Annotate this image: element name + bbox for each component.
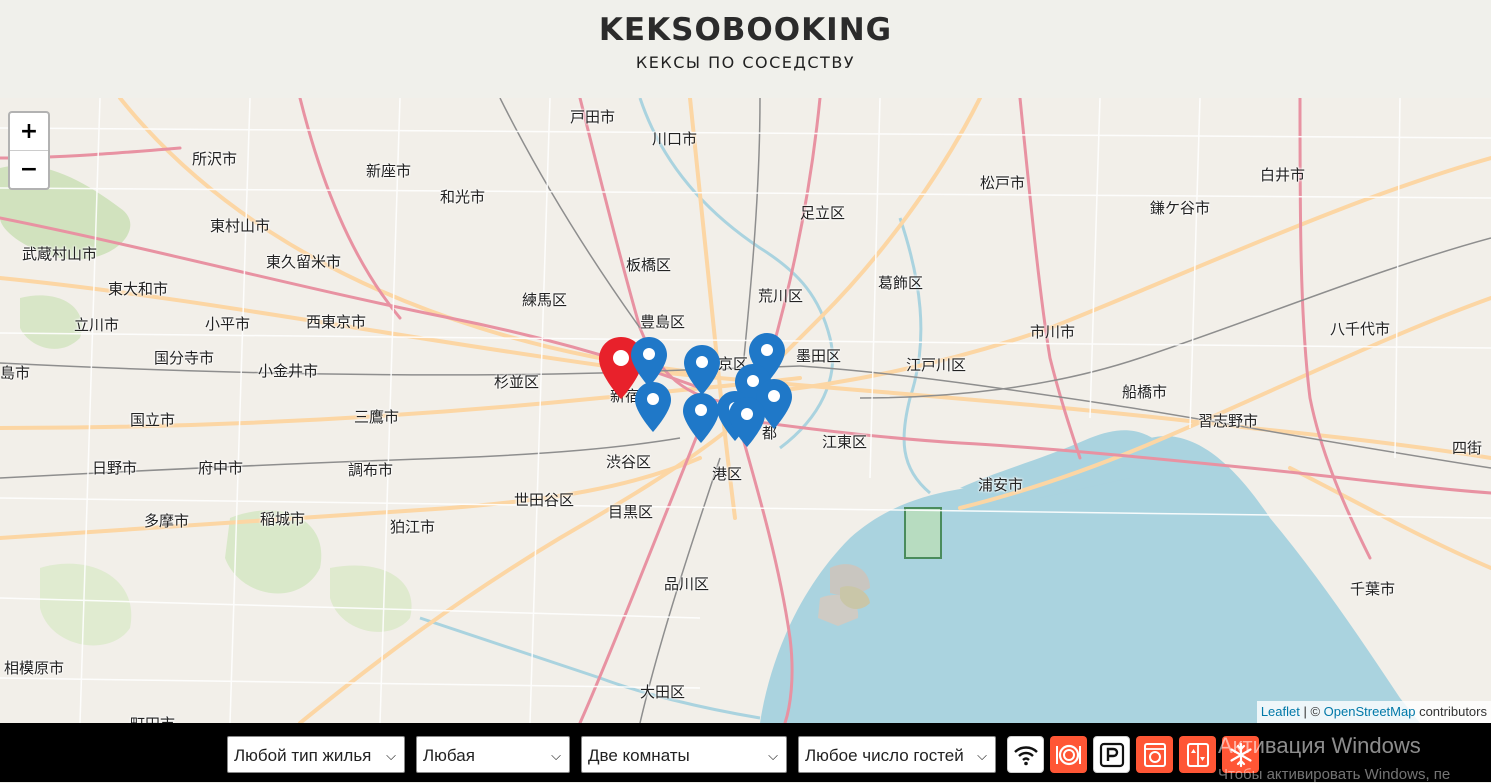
map-place-label: 荒川区 — [758, 287, 804, 305]
map-place-label: 目黒区 — [608, 503, 654, 521]
map-place-label: 豊島区 — [640, 313, 686, 331]
map-place-label: 千葉市 — [1350, 580, 1396, 598]
guests-value: Любое число гостей — [805, 746, 964, 765]
elevator-icon — [1186, 742, 1209, 767]
chevron-down-icon: ⌵ — [768, 748, 778, 763]
map-place-label: 戸田市 — [570, 108, 616, 126]
map-place-label: 和光市 — [440, 188, 486, 206]
map-place-label: 品川区 — [664, 575, 710, 593]
map-place-label: 新座市 — [366, 162, 412, 180]
map-attribution: Leaflet | © OpenStreetMap contributors — [1256, 701, 1491, 723]
rooms-select[interactable]: Две комнаты ⌵ — [581, 736, 787, 773]
map-place-label: 渋谷区 — [606, 453, 652, 471]
map-place-label: 世田谷区 — [514, 491, 575, 509]
map[interactable]: 戸田市川口市所沢市新座市和光市東村山市 足立区 松戸市 白井市鎌ケ谷市武蔵村山市 東久留… — [0, 98, 1491, 723]
ad-pin[interactable] — [634, 381, 672, 433]
chevron-down-icon: ⌵ — [551, 748, 561, 763]
map-place-label: 稲城市 — [260, 510, 306, 528]
map-place-label: 狛江市 — [390, 518, 436, 536]
map-place-label: 大田区 — [640, 683, 686, 701]
windows-activation-title: Активация Windows — [1218, 733, 1421, 758]
tagline: КЕКСЫ ПО СОСЕДСТВУ — [635, 53, 856, 72]
map-place-label: 習志野市 — [1198, 412, 1259, 430]
leaflet-link[interactable]: Leaflet — [1261, 704, 1300, 719]
map-place-label: 江東区 — [822, 433, 868, 451]
zoom-in-button[interactable]: + — [10, 113, 48, 151]
wifi-icon — [1013, 745, 1038, 765]
map-place-label: 杉並区 — [494, 373, 540, 391]
price-value: Любая — [423, 746, 475, 765]
feature-parking[interactable] — [1093, 736, 1130, 773]
map-place-label: 東久留米市 — [266, 253, 342, 271]
guests-select[interactable]: Любое число гостей ⌵ — [798, 736, 996, 773]
map-place-label: 国立市 — [130, 411, 176, 429]
map-place-label: 墨田区 — [796, 347, 842, 365]
map-place-label: 調布市 — [348, 461, 394, 479]
map-place-label: 港区 — [712, 465, 743, 483]
map-place-label: 多摩市 — [144, 512, 190, 530]
feature-elevator[interactable] — [1179, 736, 1216, 773]
feature-dishwasher[interactable] — [1050, 736, 1087, 773]
feature-wifi[interactable] — [1007, 736, 1044, 773]
map-place-label: 市川市 — [1030, 323, 1076, 341]
washer-icon — [1143, 742, 1166, 767]
map-place-label: 浦安市 — [978, 476, 1024, 494]
map-place-label: 船橋市 — [1122, 383, 1168, 401]
map-place-label: 鎌ケ谷市 — [1150, 199, 1211, 217]
map-place-label: 小平市 — [205, 315, 251, 333]
map-place-label: 四街 — [1452, 439, 1483, 457]
parking-icon — [1099, 742, 1124, 767]
map-place-label: 東大和市 — [108, 280, 169, 298]
attribution-contributors: contributors — [1415, 704, 1487, 719]
map-place-label: 江戸川区 — [906, 356, 967, 374]
page-header: KEKSOBOOKING КЕКСЫ ПО СОСЕДСТВУ — [0, 0, 1491, 98]
attribution-separator: | © — [1299, 704, 1324, 719]
map-place-label: 葛飾区 — [878, 274, 924, 292]
map-place-label: 府中市 — [198, 459, 244, 477]
map-place-label: 西東京市 — [306, 313, 367, 331]
logo: KEKSOBOOKING — [598, 12, 893, 48]
map-place-label: 足立区 — [800, 204, 846, 222]
ad-pin[interactable] — [683, 344, 721, 396]
ad-pin[interactable] — [682, 392, 720, 444]
housing-type-value: Любой тип жилья — [234, 746, 372, 765]
map-place-label: 武蔵村山市 — [22, 245, 98, 263]
map-place-label: 所沢市 — [192, 150, 238, 168]
map-place-label: 松戸市 — [980, 174, 1026, 192]
feature-washer[interactable] — [1136, 736, 1173, 773]
housing-type-select[interactable]: Любой тип жилья ⌵ — [227, 736, 405, 773]
map-place-label: 板橋区 — [626, 256, 672, 274]
map-place-label: 日野市 — [92, 459, 138, 477]
zoom-out-button[interactable]: − — [10, 151, 48, 188]
map-place-label: 三鷹市 — [354, 408, 400, 426]
map-place-label: 練馬区 — [522, 291, 568, 309]
map-place-label: 小金井市 — [258, 362, 319, 380]
chevron-down-icon: ⌵ — [977, 748, 987, 763]
map-place-label: 町田市 — [130, 713, 175, 723]
map-place-label: 国分寺市 — [154, 349, 215, 367]
map-place-label: 島市 — [0, 364, 31, 382]
windows-activation-subtitle: Чтобы активировать Windows, пе — [1218, 766, 1451, 783]
map-place-label: 東村山市 — [210, 217, 271, 235]
map-place-label: 八千代市 — [1330, 320, 1391, 338]
rooms-value: Две комнаты — [588, 746, 690, 765]
map-place-label: 相模原市 — [4, 659, 65, 677]
map-place-label: 白井市 — [1260, 166, 1306, 184]
osm-link[interactable]: OpenStreetMap — [1324, 704, 1416, 719]
chevron-down-icon: ⌵ — [386, 748, 396, 763]
map-place-label: 川口市 — [652, 130, 698, 148]
map-place-label: 立川市 — [74, 316, 120, 334]
dishwasher-icon — [1055, 744, 1081, 765]
ad-pin[interactable] — [728, 396, 766, 448]
zoom-control: + − — [8, 111, 50, 190]
price-select[interactable]: Любая ⌵ — [416, 736, 570, 773]
